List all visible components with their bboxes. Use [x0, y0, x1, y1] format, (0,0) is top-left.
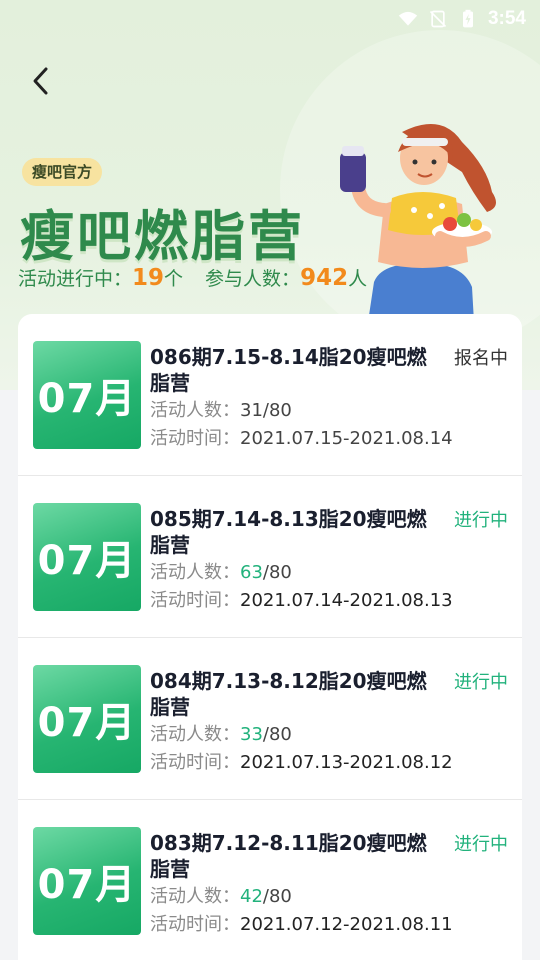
participant-current: 63: [240, 562, 263, 583]
participant-label: 活动人数：: [150, 886, 240, 907]
participant-row: 活动人数：31/80: [150, 396, 292, 422]
camp-title: 085期7.14-8.13脂20瘦吧燃脂营: [150, 507, 427, 557]
time-row: 活动时间：2021.07.15-2021.08.14: [150, 424, 453, 450]
camp-list-item[interactable]: 07月 084期7.13-8.12脂20瘦吧燃脂营 进行中 活动人数：33/80…: [18, 638, 522, 800]
camp-status: 进行中: [454, 672, 508, 693]
month-label: 07月: [37, 538, 137, 584]
month-thumbnail: 07月: [33, 827, 141, 935]
active-label: 活动进行中：: [18, 268, 133, 290]
back-button[interactable]: [24, 62, 58, 100]
participant-label: 活动人数：: [150, 724, 240, 745]
participant-label: 活动人数：: [150, 562, 240, 583]
camp-status: 报名中: [454, 348, 508, 369]
time-value: 2021.07.14-2021.08.13: [240, 590, 453, 611]
active-unit: 个: [164, 268, 184, 290]
page-title: 瘦吧燃脂营: [20, 205, 305, 268]
time-row: 活动时间：2021.07.13-2021.08.12: [150, 748, 453, 774]
participants-label: 参与人数：: [205, 268, 301, 290]
time-value: 2021.07.15-2021.08.14: [240, 428, 453, 449]
time-label: 活动时间：: [150, 428, 240, 449]
month-label: 07月: [37, 700, 137, 746]
camp-title: 084期7.13-8.12脂20瘦吧燃脂营: [150, 669, 427, 719]
no-signal-icon: [429, 10, 447, 28]
participant-total: /80: [262, 400, 292, 421]
time-value: 2021.07.12-2021.08.11: [240, 914, 453, 935]
participant-total: /80: [262, 562, 292, 583]
activity-stats: 活动进行中： 19 个 参与人数： 942 人: [18, 264, 367, 291]
month-thumbnail: 07月: [33, 503, 141, 611]
participant-label: 活动人数：: [150, 400, 240, 421]
camp-title: 083期7.12-8.11脂20瘦吧燃脂营: [150, 831, 427, 881]
camp-status: 进行中: [454, 510, 508, 531]
participant-current: 33: [240, 724, 263, 745]
month-thumbnail: 07月: [33, 665, 141, 773]
status-bar: 3:54: [0, 0, 540, 38]
participant-current: 31: [240, 400, 263, 421]
participant-row: 活动人数：42/80: [150, 882, 292, 908]
active-count: 19: [132, 265, 165, 291]
wifi-icon: [398, 11, 418, 26]
chevron-left-icon: [33, 67, 48, 95]
camp-title: 086期7.15-8.14脂20瘦吧燃脂营: [150, 345, 427, 395]
participant-current: 42: [240, 886, 263, 907]
camp-list-item[interactable]: 07月 086期7.15-8.14脂20瘦吧燃脂营 报名中 活动人数：31/80…: [18, 314, 522, 476]
time-label: 活动时间：: [150, 590, 240, 611]
status-time: 3:54: [487, 8, 526, 29]
participant-total: /80: [262, 724, 292, 745]
participant-row: 活动人数：33/80: [150, 720, 292, 746]
month-label: 07月: [37, 862, 137, 908]
official-tag: 瘦吧官方: [22, 158, 103, 186]
camp-list-item[interactable]: 07月 085期7.14-8.13脂20瘦吧燃脂营 进行中 活动人数：63/80…: [18, 476, 522, 638]
time-label: 活动时间：: [150, 752, 240, 773]
participant-row: 活动人数：63/80: [150, 558, 292, 584]
participant-total: /80: [262, 886, 292, 907]
camp-list: 07月 086期7.15-8.14脂20瘦吧燃脂营 报名中 活动人数：31/80…: [18, 314, 522, 960]
participants-count: 942: [300, 265, 349, 291]
participants-unit: 人: [348, 268, 368, 290]
time-label: 活动时间：: [150, 914, 240, 935]
month-label: 07月: [37, 376, 137, 422]
camp-list-item[interactable]: 07月 083期7.12-8.11脂20瘦吧燃脂营 进行中 活动人数：42/80…: [18, 800, 522, 960]
battery-charging-icon: [462, 9, 473, 28]
month-thumbnail: 07月: [33, 341, 141, 449]
time-row: 活动时间：2021.07.14-2021.08.13: [150, 586, 453, 612]
camp-status: 进行中: [454, 834, 508, 855]
time-value: 2021.07.13-2021.08.12: [240, 752, 453, 773]
time-row: 活动时间：2021.07.12-2021.08.11: [150, 910, 453, 936]
